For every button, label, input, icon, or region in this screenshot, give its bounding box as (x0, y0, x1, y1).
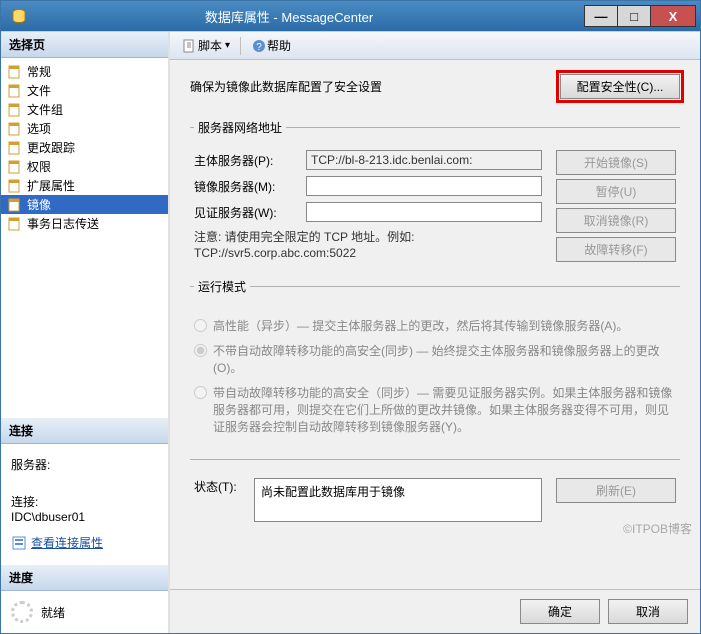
page-item-logshipping[interactable]: 事务日志传送 (1, 214, 168, 233)
page-item-label: 权限 (27, 158, 51, 175)
progress-status: 就绪 (41, 604, 65, 621)
pause-button[interactable]: 暂停(U) (556, 179, 676, 204)
operation-mode-legend: 运行模式 (194, 278, 250, 295)
server-label: 服务器: (11, 456, 158, 473)
cancel-button[interactable]: 取消 (608, 599, 688, 624)
cancel-mirror-button[interactable]: 取消镜像(R) (556, 208, 676, 233)
toolbar-separator (240, 37, 241, 55)
server-network-group: 服务器网络地址 主体服务器(P): 镜像服务器(M): (190, 119, 680, 268)
refresh-button[interactable]: 刷新(E) (556, 478, 676, 503)
window-maximize-button[interactable]: □ (617, 5, 651, 27)
mode-high-safety-auto-failover[interactable]: 带自动故障转移功能的高安全（同步）— 需要见证服务器实例。如果主体服务器和镜像服… (194, 384, 676, 435)
progress-header: 进度 (1, 565, 168, 591)
right-content: 脚本 ▾ ? 帮助 确保为镜像此数据库配置了安全设置 配置安全性(C)... 服… (170, 32, 700, 633)
connection-header: 连接 (1, 418, 168, 444)
status-label: 状态(T): (194, 478, 254, 495)
mode-high-performance-radio[interactable] (194, 319, 207, 332)
mode-high-performance-label: 高性能（异步）— 提交主体服务器上的更改，然后将其传输到镜像服务器(A)。 (213, 317, 628, 334)
properties-icon (11, 535, 27, 551)
failover-button[interactable]: 故障转移(F) (556, 237, 676, 262)
page-item-permissions[interactable]: 权限 (1, 157, 168, 176)
page-item-general[interactable]: 常规 (1, 62, 168, 81)
mode-high-safety-auto-failover-radio[interactable] (194, 386, 207, 399)
window-minimize-button[interactable]: — (584, 5, 618, 27)
window-titlebar: 数据库属性 - MessageCenter — □ X (1, 1, 700, 31)
security-prompt-label: 确保为镜像此数据库配置了安全设置 (190, 74, 560, 95)
mirror-server-label: 镜像服务器(M): (194, 178, 306, 195)
configure-security-button[interactable]: 配置安全性(C)... (560, 74, 680, 99)
page-list: 常规 文件 文件组 选项 更改跟踪 权限 扩展属性 镜像 事务日志传送 (1, 58, 168, 237)
page-item-label: 镜像 (27, 196, 51, 213)
mode-high-safety-no-failover[interactable]: 不带自动故障转移功能的高安全(同步) — 始终提交主体服务器和镜像服务器上的更改… (194, 342, 676, 376)
tcp-address-note: 注意: 请使用完全限定的 TCP 地址。例如: TCP://svr5.corp.… (194, 230, 494, 261)
mode-high-safety-no-failover-radio[interactable] (194, 344, 207, 357)
mirror-server-input[interactable] (306, 176, 542, 196)
window-title: 数据库属性 - MessageCenter (33, 7, 545, 26)
page-item-label: 扩展属性 (27, 177, 75, 194)
page-item-filegroups[interactable]: 文件组 (1, 100, 168, 119)
app-icon (11, 8, 27, 24)
select-page-header: 选择页 (1, 32, 168, 58)
status-value-box: 尚未配置此数据库用于镜像 (254, 478, 542, 522)
page-item-options[interactable]: 选项 (1, 119, 168, 138)
page-item-label: 选项 (27, 120, 51, 137)
connection-label: 连接: (11, 493, 158, 510)
script-dropdown[interactable]: 脚本 ▾ (176, 35, 236, 56)
page-item-label: 更改跟踪 (27, 139, 75, 156)
status-value: 尚未配置此数据库用于镜像 (261, 485, 405, 499)
content-toolbar: 脚本 ▾ ? 帮助 (170, 32, 700, 60)
mode-high-performance[interactable]: 高性能（异步）— 提交主体服务器上的更改，然后将其传输到镜像服务器(A)。 (194, 317, 676, 334)
connection-value: IDC\dbuser01 (11, 510, 158, 524)
page-item-mirroring[interactable]: 镜像 (1, 195, 168, 214)
script-label: 脚本 (198, 37, 222, 54)
dialog-footer: 确定 取消 (170, 589, 700, 633)
mode-high-safety-auto-failover-label: 带自动故障转移功能的高安全（同步）— 需要见证服务器实例。如果主体服务器和镜像服… (213, 384, 676, 435)
start-mirror-button[interactable]: 开始镜像(S) (556, 150, 676, 175)
witness-server-input[interactable] (306, 202, 542, 222)
view-connection-props-text: 查看连接属性 (31, 534, 103, 551)
principal-server-label: 主体服务器(P): (194, 152, 306, 169)
status-group: 状态(T): 尚未配置此数据库用于镜像 刷新(E) (190, 459, 680, 528)
script-icon (182, 38, 198, 54)
help-button[interactable]: ? 帮助 (245, 35, 297, 56)
left-sidebar: 选择页 常规 文件 文件组 选项 更改跟踪 权限 扩展属性 镜像 事务日志传送 … (1, 32, 170, 633)
page-item-label: 常规 (27, 63, 51, 80)
progress-spinner-icon (11, 601, 33, 623)
help-icon: ? (251, 38, 267, 54)
page-item-extendedprops[interactable]: 扩展属性 (1, 176, 168, 195)
server-value (11, 473, 158, 487)
page-item-changetracking[interactable]: 更改跟踪 (1, 138, 168, 157)
window-close-button[interactable]: X (650, 5, 696, 27)
server-network-legend: 服务器网络地址 (194, 119, 286, 136)
principal-server-input[interactable] (306, 150, 542, 170)
witness-server-label: 见证服务器(W): (194, 204, 306, 221)
mode-high-safety-no-failover-label: 不带自动故障转移功能的高安全(同步) — 始终提交主体服务器和镜像服务器上的更改… (213, 342, 676, 376)
page-item-files[interactable]: 文件 (1, 81, 168, 100)
help-label: 帮助 (267, 37, 291, 54)
view-connection-props-link[interactable]: 查看连接属性 (11, 534, 158, 551)
svg-text:?: ? (256, 42, 262, 53)
page-item-label: 文件 (27, 82, 51, 99)
page-item-label: 文件组 (27, 101, 63, 118)
ok-button[interactable]: 确定 (520, 599, 600, 624)
operation-mode-group: 运行模式 高性能（异步）— 提交主体服务器上的更改，然后将其传输到镜像服务器(A… (190, 278, 680, 449)
page-item-label: 事务日志传送 (27, 215, 99, 232)
chevron-down-icon: ▾ (225, 40, 230, 51)
